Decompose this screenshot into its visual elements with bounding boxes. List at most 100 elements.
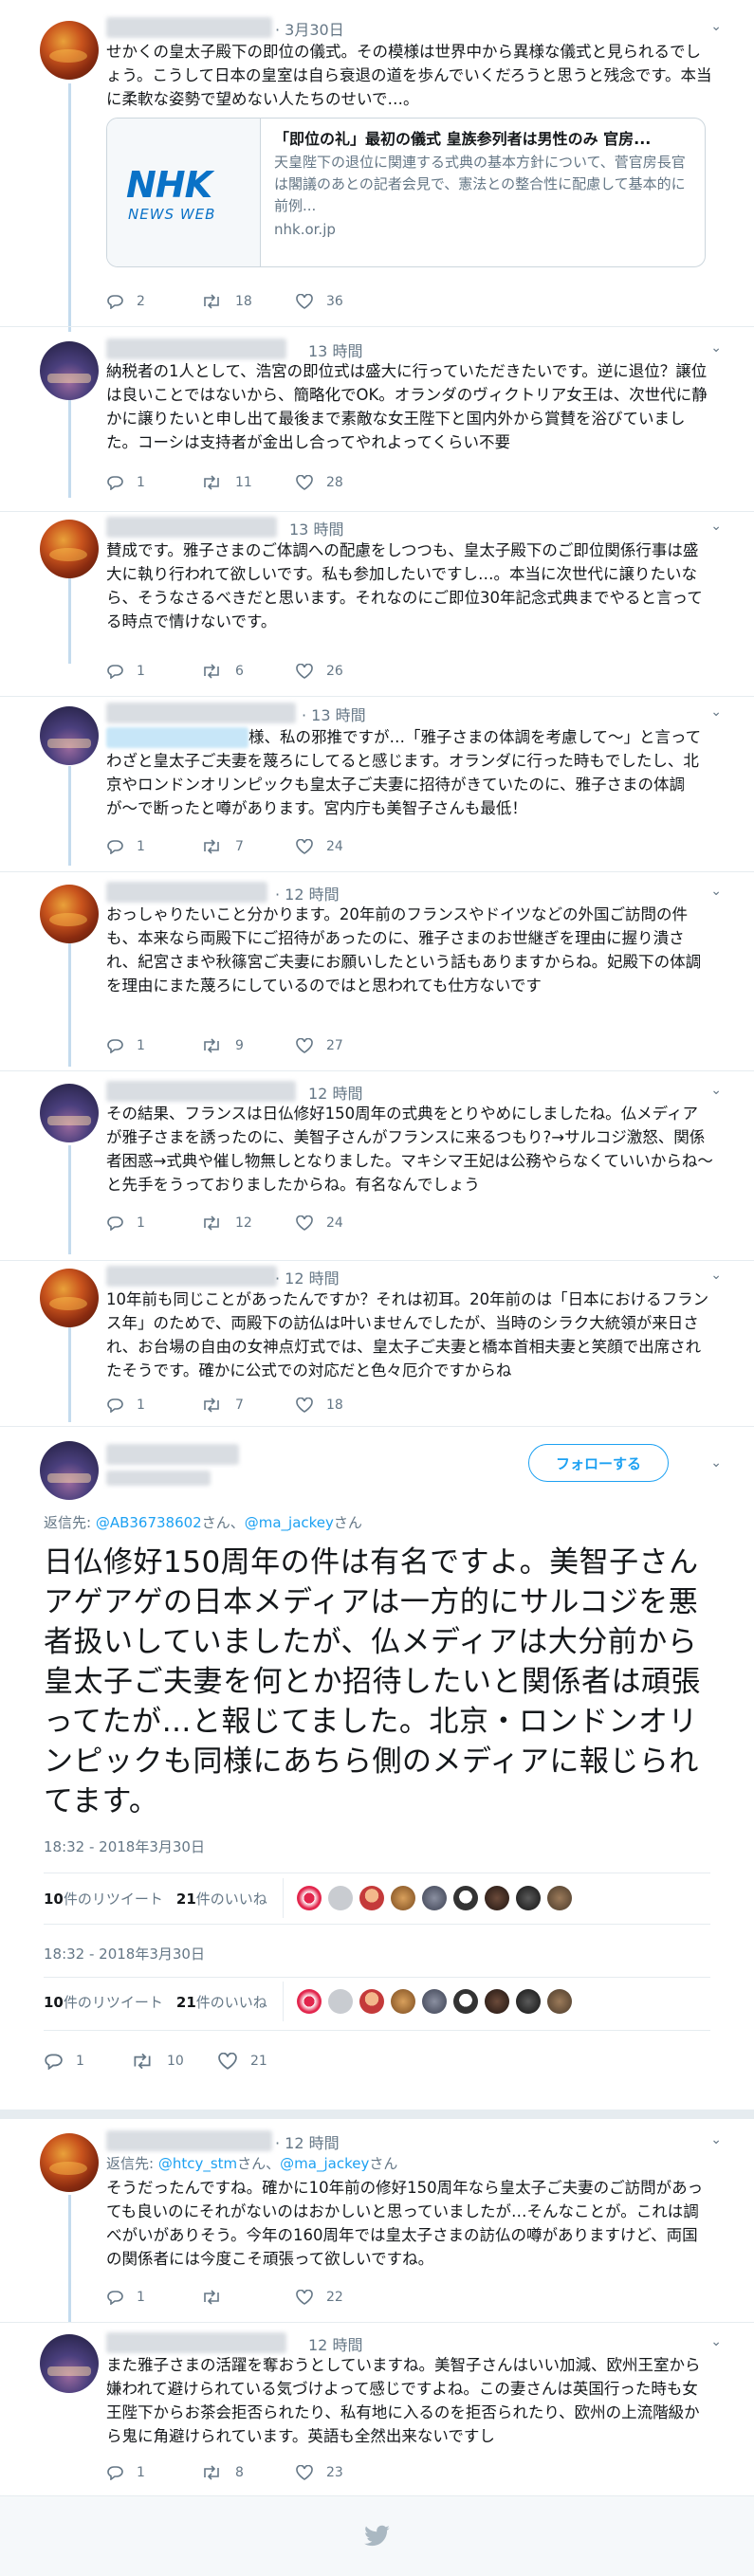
reply-button[interactable]: 1 bbox=[106, 2465, 201, 2480]
reply-button[interactable]: 1 bbox=[106, 2290, 201, 2305]
chevron-down-icon[interactable]: ⌄ bbox=[710, 1268, 722, 1283]
twitter-bird-icon[interactable] bbox=[363, 2525, 391, 2548]
liker-avatar[interactable] bbox=[296, 1989, 322, 2014]
tweet-time[interactable]: 13 時間 bbox=[308, 338, 362, 361]
retweet-stat[interactable]: 10件のリツイート bbox=[44, 1889, 163, 1909]
tweet-time[interactable]: 12 時間 bbox=[308, 2332, 362, 2355]
liker-avatar[interactable] bbox=[327, 1886, 353, 1910]
liker-avatar[interactable] bbox=[515, 1989, 541, 2014]
like-button[interactable]: 27 bbox=[296, 1038, 391, 1053]
chevron-down-icon[interactable]: ⌄ bbox=[710, 2132, 722, 2147]
reply-button[interactable]: 1 bbox=[44, 2053, 131, 2070]
chevron-down-icon[interactable]: ⌄ bbox=[710, 519, 722, 534]
avatar[interactable] bbox=[40, 341, 99, 400]
retweet-button[interactable]: 18 bbox=[201, 294, 296, 309]
retweet-button[interactable] bbox=[201, 2290, 296, 2305]
retweet-button[interactable]: 12 bbox=[201, 1215, 296, 1231]
tweet-time[interactable]: 12 時間 bbox=[308, 1081, 362, 1104]
reply-button[interactable]: 1 bbox=[106, 1215, 201, 1231]
liker-avatar[interactable] bbox=[484, 1886, 509, 1910]
liker-avatar[interactable] bbox=[359, 1886, 384, 1910]
user-name-redacted[interactable] bbox=[106, 703, 296, 723]
liker-avatar[interactable] bbox=[421, 1886, 447, 1910]
tweet[interactable]: 13 時間 ⌄ 納税者の1人として、浩宮の即位式は盛大に行っていただきたいです。… bbox=[0, 327, 754, 512]
like-stat[interactable]: 21件のいいね bbox=[176, 1889, 267, 1909]
avatar[interactable] bbox=[40, 2334, 99, 2393]
tweet[interactable]: 13 時間 ⌄ 賛成です。雅子さまのご体調への配慮をしつつも、皇太子殿下のご即位… bbox=[0, 512, 754, 697]
liker-avatar[interactable] bbox=[452, 1886, 478, 1910]
liker-avatar[interactable] bbox=[390, 1989, 415, 2014]
tweet-timestamp[interactable]: 18:32 - 2018年3月30日 bbox=[44, 1944, 205, 1964]
tweet-timestamp[interactable]: 18:32 - 2018年3月30日 bbox=[44, 1836, 205, 1856]
chevron-down-icon[interactable]: ⌄ bbox=[710, 1455, 722, 1471]
tweet-time[interactable]: · 12 時間 bbox=[275, 2130, 340, 2153]
mention-link[interactable]: @AB36738602 bbox=[96, 1514, 202, 1531]
liker-avatar[interactable] bbox=[515, 1886, 541, 1910]
user-name-redacted[interactable] bbox=[106, 1266, 277, 1287]
like-button[interactable]: 24 bbox=[296, 839, 391, 854]
like-button[interactable]: 36 bbox=[296, 294, 391, 309]
reply-button[interactable]: 1 bbox=[106, 1398, 201, 1413]
reply-button[interactable]: 1 bbox=[106, 664, 201, 679]
avatar[interactable] bbox=[40, 1084, 99, 1142]
tweet-time[interactable]: · 12 時間 bbox=[275, 882, 340, 904]
tweet[interactable]: · 12 時間 ⌄ おっしゃりたいこと分かります。20年前のフランスやドイツなど… bbox=[0, 872, 754, 1071]
reply-button[interactable]: 2 bbox=[106, 294, 201, 309]
like-button[interactable]: 23 bbox=[296, 2465, 391, 2480]
tweet[interactable]: · 3月30日 ⌄ せかくの皇太子殿下の即位の儀式。その模様は世界中から異様な儀… bbox=[0, 0, 754, 327]
mention-link[interactable]: @ma_jackey bbox=[245, 1514, 334, 1531]
mention-link[interactable]: @ma_jackey bbox=[280, 2155, 369, 2172]
user-handle-redacted[interactable] bbox=[106, 1471, 211, 1486]
tweet[interactable]: 12 時間 ⌄ また雅子さまの活躍を奪おうとしていますね。美智子さんはいい加減、… bbox=[0, 2323, 754, 2495]
tweet[interactable]: · 12 時間 ⌄ 返信先: @htcy_stmさん、@ma_jackeyさん … bbox=[0, 2119, 754, 2323]
avatar[interactable] bbox=[40, 21, 99, 80]
retweet-button[interactable]: 7 bbox=[201, 839, 296, 854]
reply-button[interactable]: 1 bbox=[106, 839, 201, 854]
user-name-redacted[interactable] bbox=[106, 17, 272, 38]
chevron-down-icon[interactable]: ⌄ bbox=[710, 2334, 722, 2349]
avatar[interactable] bbox=[40, 520, 99, 578]
retweet-button[interactable]: 10 bbox=[131, 2053, 218, 2070]
tweet-time[interactable]: · 3月30日 bbox=[275, 17, 344, 40]
liker-avatar[interactable] bbox=[484, 1989, 509, 2014]
like-button[interactable]: 18 bbox=[296, 1398, 391, 1413]
user-name-redacted[interactable] bbox=[106, 1444, 239, 1465]
liker-avatar[interactable] bbox=[327, 1989, 353, 2014]
user-name-redacted[interactable] bbox=[106, 882, 267, 903]
like-button[interactable]: 22 bbox=[296, 2290, 391, 2305]
avatar[interactable] bbox=[40, 885, 99, 943]
reply-button[interactable]: 1 bbox=[106, 1038, 201, 1053]
retweet-button[interactable]: 11 bbox=[201, 475, 296, 490]
mention-link[interactable]: @htcy_stm bbox=[158, 2155, 237, 2172]
tweet-time[interactable]: 13 時間 bbox=[289, 517, 343, 539]
retweet-button[interactable]: 8 bbox=[201, 2465, 296, 2480]
user-name-redacted[interactable] bbox=[106, 517, 277, 538]
user-name-redacted[interactable] bbox=[106, 2130, 272, 2151]
liker-avatar[interactable] bbox=[421, 1989, 447, 2014]
like-button[interactable]: 26 bbox=[296, 664, 391, 679]
chevron-down-icon[interactable]: ⌄ bbox=[710, 340, 722, 356]
user-name-redacted[interactable] bbox=[106, 338, 286, 359]
tweet[interactable]: · 12 時間 ⌄ 10年前も同じことがあったんですか？それは初耳。20年前のは… bbox=[0, 1261, 754, 1427]
liker-avatar[interactable] bbox=[546, 1989, 572, 2014]
chevron-down-icon[interactable]: ⌄ bbox=[710, 19, 722, 34]
avatar[interactable] bbox=[40, 2133, 99, 2192]
tweet[interactable]: · 13 時間 ⌄ 様、私の邪推ですが…「雅子さまの体調を考慮して〜」と言ってわ… bbox=[0, 697, 754, 872]
avatar[interactable] bbox=[40, 1441, 99, 1500]
retweet-button[interactable]: 7 bbox=[201, 1398, 296, 1413]
tweet-time[interactable]: · 13 時間 bbox=[302, 703, 366, 725]
follow-button[interactable]: フォローする bbox=[528, 1444, 669, 1482]
liker-avatar[interactable] bbox=[390, 1886, 415, 1910]
retweet-button[interactable]: 6 bbox=[201, 664, 296, 679]
tweet[interactable]: 12 時間 ⌄ その結果、フランスは日仏修好150周年の式典をとりやめにしました… bbox=[0, 1071, 754, 1261]
chevron-down-icon[interactable]: ⌄ bbox=[710, 884, 722, 899]
retweet-button[interactable]: 9 bbox=[201, 1038, 296, 1053]
like-button[interactable]: 24 bbox=[296, 1215, 391, 1231]
avatar[interactable] bbox=[40, 706, 99, 765]
liker-avatar[interactable] bbox=[452, 1989, 478, 2014]
avatar[interactable] bbox=[40, 1269, 99, 1327]
chevron-down-icon[interactable]: ⌄ bbox=[710, 1083, 722, 1098]
like-button[interactable]: 21 bbox=[218, 2053, 313, 2070]
like-button[interactable]: 28 bbox=[296, 475, 391, 490]
link-card[interactable]: NHK NEWS WEB 「即位の礼」最初の儀式 皇族参列者は男性のみ 官房..… bbox=[106, 118, 706, 267]
